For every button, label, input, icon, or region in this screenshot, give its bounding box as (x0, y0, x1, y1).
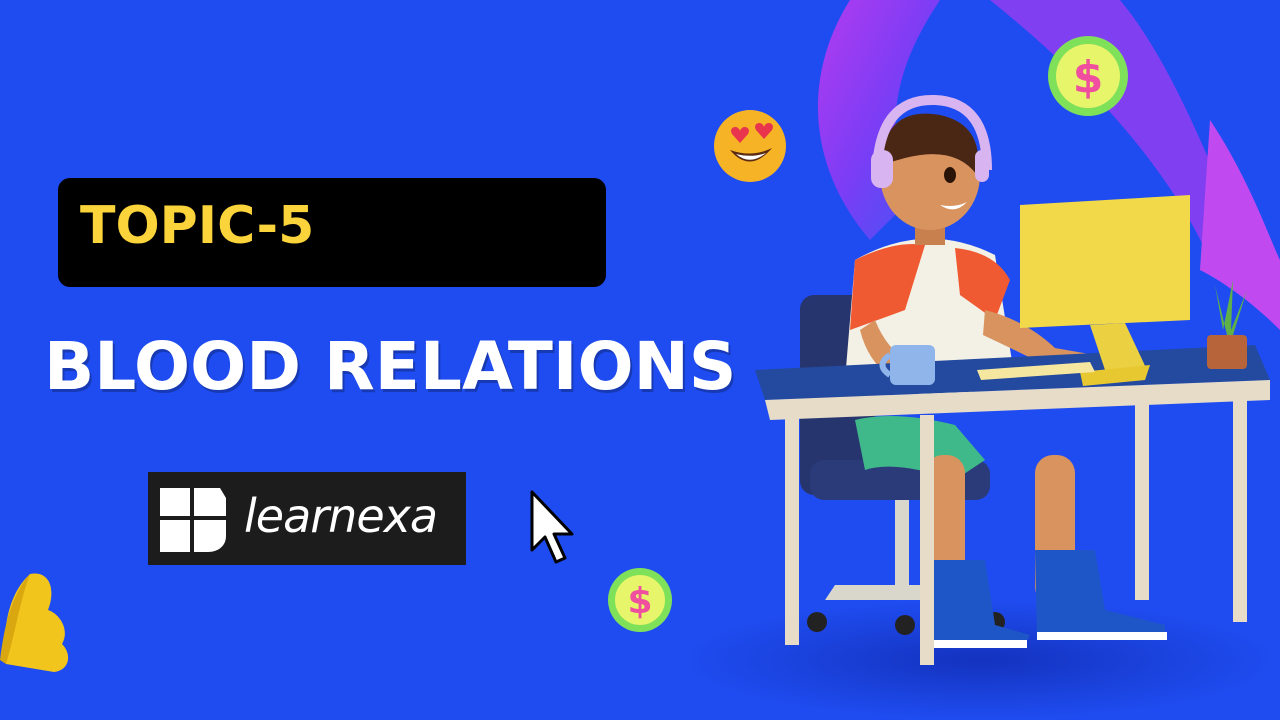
brand-name: learnexa (244, 489, 438, 543)
brand-logo: learnexa (148, 472, 466, 565)
student-at-desk-illustration (755, 94, 1270, 665)
dollar-coin-icon: $ (608, 568, 672, 632)
pointer-cursor-icon (530, 490, 574, 564)
topic-label: TOPIC-5 (80, 196, 315, 256)
svg-text:$: $ (627, 581, 652, 622)
yellow-shape-decoration (0, 573, 69, 672)
monitor (1020, 195, 1190, 328)
slide-title: BLOOD RELATIONS (44, 328, 737, 405)
learnexa-logo-mark (160, 488, 226, 552)
